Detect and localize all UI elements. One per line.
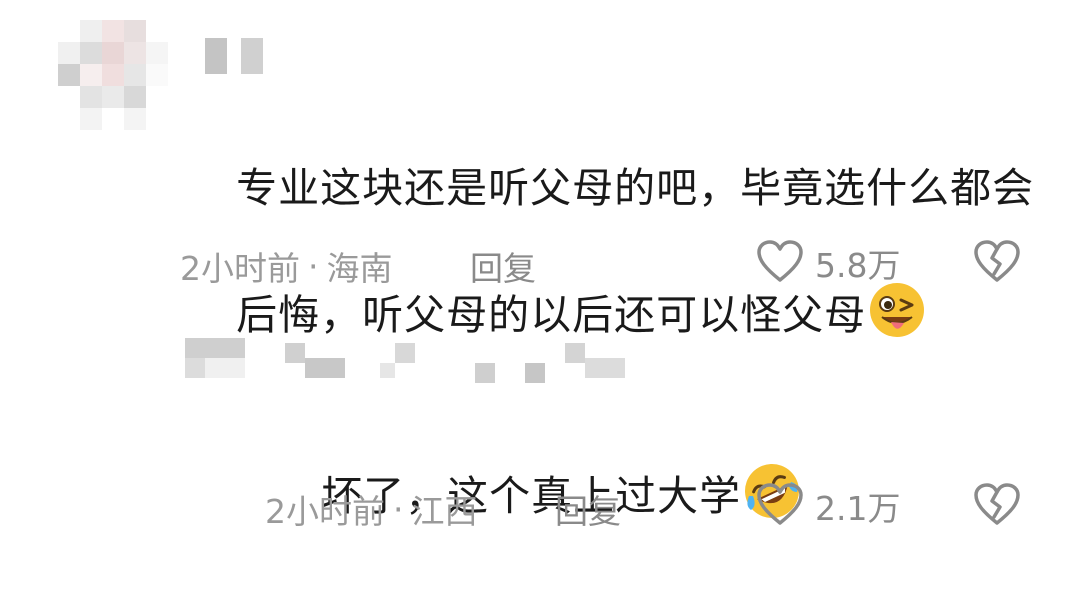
username[interactable] — [205, 38, 270, 74]
like-count: 5.8万 — [815, 246, 901, 285]
comment-location: 海南 — [326, 249, 393, 288]
heart-outline-icon — [755, 481, 805, 531]
heart-outline-icon — [755, 238, 805, 288]
winking-tongue-emoji-icon — [868, 281, 926, 356]
broken-heart-icon — [972, 240, 1022, 288]
like-button[interactable]: 5.8万 — [755, 238, 900, 288]
comment-meta: 2小时前 · 江西 — [265, 485, 478, 533]
comment-text-line: 专业这块还是听父母的吧，毕竟选什么都会 — [236, 164, 1035, 212]
username[interactable] — [185, 338, 645, 383]
comment-time: 2小时前 — [265, 492, 385, 531]
dislike-button[interactable] — [972, 481, 1022, 531]
like-count: 2.1万 — [815, 489, 901, 528]
reply-button[interactable]: 回复 — [470, 242, 536, 290]
comment-location: 江西 — [411, 492, 478, 531]
broken-heart-icon — [972, 483, 1022, 531]
like-button[interactable]: 2.1万 — [755, 481, 900, 531]
dislike-button[interactable] — [972, 238, 1022, 288]
meta-separator: · — [308, 246, 319, 286]
reply-button[interactable]: 回复 — [555, 485, 621, 533]
comment-text-line: 后悔，听父母的以后还可以怪父母 — [236, 291, 867, 339]
comment-time: 2小时前 — [180, 249, 300, 288]
avatar[interactable] — [58, 20, 168, 130]
comment-meta: 2小时前 · 海南 — [180, 242, 393, 290]
meta-separator: · — [393, 489, 404, 529]
